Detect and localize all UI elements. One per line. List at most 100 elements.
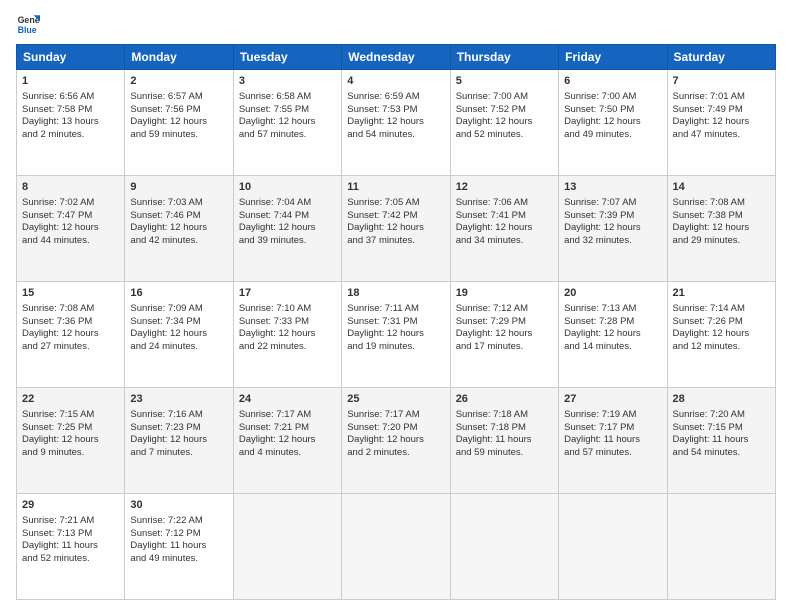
calendar-cell: 5 Sunrise: 7:00 AM Sunset: 7:52 PM Daylig… — [450, 70, 558, 176]
calendar-cell: 20 Sunrise: 7:13 AM Sunset: 7:28 PM Dayli… — [559, 282, 667, 388]
day-number: 21 — [673, 286, 770, 301]
weekday-header: Sunday — [17, 45, 125, 70]
day-number: 30 — [130, 498, 227, 513]
day-number: 27 — [564, 392, 661, 407]
day-info: Sunrise: 7:17 AM Sunset: 7:20 PM Dayligh… — [347, 409, 444, 460]
day-info: Sunrise: 7:19 AM Sunset: 7:17 PM Dayligh… — [564, 409, 661, 460]
day-number: 19 — [456, 286, 553, 301]
calendar-cell: 3Sunrise: 6:58 AM Sunset: 7:55 PM Daylig… — [233, 70, 341, 176]
svg-text:Blue: Blue — [18, 25, 37, 35]
day-info: Sunrise: 7:16 AM Sunset: 7:23 PM Dayligh… — [130, 409, 227, 460]
calendar-cell: 2 Sunrise: 6:57 AM Sunset: 7:56 PM Daylig… — [125, 70, 233, 176]
calendar-cell: 13 Sunrise: 7:07 AM Sunset: 7:39 PM Dayli… — [559, 176, 667, 282]
weekday-header: Monday — [125, 45, 233, 70]
weekday-header: Friday — [559, 45, 667, 70]
day-info: Sunrise: 6:59 AM Sunset: 7:53 PM Dayligh… — [347, 91, 444, 142]
day-number: 16 — [130, 286, 227, 301]
day-info: Sunrise: 7:20 AM Sunset: 7:15 PM Dayligh… — [673, 409, 770, 460]
calendar-cell: 26 Sunrise: 7:18 AM Sunset: 7:18 PM Dayli… — [450, 388, 558, 494]
page-header: General Blue — [16, 12, 776, 36]
calendar-cell: 28 Sunrise: 7:20 AM Sunset: 7:15 PM Dayli… — [667, 388, 775, 494]
day-info: Sunrise: 7:14 AM Sunset: 7:26 PM Dayligh… — [673, 303, 770, 354]
calendar-cell: 4 Sunrise: 6:59 AM Sunset: 7:53 PM Daylig… — [342, 70, 450, 176]
day-number: 14 — [673, 180, 770, 195]
calendar-cell: 21 Sunrise: 7:14 AM Sunset: 7:26 PM Dayli… — [667, 282, 775, 388]
day-info: Sunrise: 7:08 AM Sunset: 7:38 PM Dayligh… — [673, 197, 770, 248]
calendar-cell: 15 Sunrise: 7:08 AM Sunset: 7:36 PM Dayli… — [17, 282, 125, 388]
day-number: 24 — [239, 392, 336, 407]
day-info: Sunrise: 7:11 AM Sunset: 7:31 PM Dayligh… — [347, 303, 444, 354]
calendar-table: SundayMondayTuesdayWednesdayThursdayFrid… — [16, 44, 776, 600]
day-number: 18 — [347, 286, 444, 301]
day-info: Sunrise: 7:15 AM Sunset: 7:25 PM Dayligh… — [22, 409, 119, 460]
calendar-cell: 11 Sunrise: 7:05 AM Sunset: 7:42 PM Dayli… — [342, 176, 450, 282]
calendar-cell — [667, 494, 775, 600]
day-info: Sunrise: 7:00 AM Sunset: 7:50 PM Dayligh… — [564, 91, 661, 142]
day-number: 23 — [130, 392, 227, 407]
day-info: Sunrise: 6:57 AM Sunset: 7:56 PM Dayligh… — [130, 91, 227, 142]
calendar-cell — [233, 494, 341, 600]
day-number: 17 — [239, 286, 336, 301]
calendar-cell: 19 Sunrise: 7:12 AM Sunset: 7:29 PM Dayli… — [450, 282, 558, 388]
calendar-cell: 18 Sunrise: 7:11 AM Sunset: 7:31 PM Dayli… — [342, 282, 450, 388]
day-info: Sunrise: 7:03 AM Sunset: 7:46 PM Dayligh… — [130, 197, 227, 248]
day-number: 10 — [239, 180, 336, 195]
day-number: 7 — [673, 74, 770, 89]
calendar-cell: 1Sunrise: 6:56 AM Sunset: 7:58 PM Daylig… — [17, 70, 125, 176]
calendar-cell: 27 Sunrise: 7:19 AM Sunset: 7:17 PM Dayli… — [559, 388, 667, 494]
day-info: Sunrise: 7:04 AM Sunset: 7:44 PM Dayligh… — [239, 197, 336, 248]
day-number: 11 — [347, 180, 444, 195]
day-number: 6 — [564, 74, 661, 89]
calendar-cell: 30 Sunrise: 7:22 AM Sunset: 7:12 PM Dayli… — [125, 494, 233, 600]
day-info: Sunrise: 7:09 AM Sunset: 7:34 PM Dayligh… — [130, 303, 227, 354]
day-info: Sunrise: 7:00 AM Sunset: 7:52 PM Dayligh… — [456, 91, 553, 142]
day-number: 8 — [22, 180, 119, 195]
calendar-cell: 12 Sunrise: 7:06 AM Sunset: 7:41 PM Dayli… — [450, 176, 558, 282]
day-info: Sunrise: 7:05 AM Sunset: 7:42 PM Dayligh… — [347, 197, 444, 248]
day-info: Sunrise: 7:21 AM Sunset: 7:13 PM Dayligh… — [22, 515, 119, 566]
day-info: Sunrise: 7:18 AM Sunset: 7:18 PM Dayligh… — [456, 409, 553, 460]
day-info: Sunrise: 7:10 AM Sunset: 7:33 PM Dayligh… — [239, 303, 336, 354]
calendar-cell — [450, 494, 558, 600]
day-number: 28 — [673, 392, 770, 407]
day-info: Sunrise: 7:12 AM Sunset: 7:29 PM Dayligh… — [456, 303, 553, 354]
calendar-cell: 10 Sunrise: 7:04 AM Sunset: 7:44 PM Dayli… — [233, 176, 341, 282]
weekday-header: Saturday — [667, 45, 775, 70]
calendar-cell: 7Sunrise: 7:01 AM Sunset: 7:49 PM Daylig… — [667, 70, 775, 176]
day-number: 12 — [456, 180, 553, 195]
day-number: 4 — [347, 74, 444, 89]
logo: General Blue — [16, 12, 42, 36]
day-info: Sunrise: 6:56 AM Sunset: 7:58 PM Dayligh… — [22, 91, 119, 142]
calendar-cell: 23 Sunrise: 7:16 AM Sunset: 7:23 PM Dayli… — [125, 388, 233, 494]
day-number: 9 — [130, 180, 227, 195]
calendar-cell — [559, 494, 667, 600]
calendar-cell: 25 Sunrise: 7:17 AM Sunset: 7:20 PM Dayli… — [342, 388, 450, 494]
day-info: Sunrise: 7:13 AM Sunset: 7:28 PM Dayligh… — [564, 303, 661, 354]
day-info: Sunrise: 7:02 AM Sunset: 7:47 PM Dayligh… — [22, 197, 119, 248]
day-info: Sunrise: 7:17 AM Sunset: 7:21 PM Dayligh… — [239, 409, 336, 460]
day-number: 15 — [22, 286, 119, 301]
day-number: 25 — [347, 392, 444, 407]
day-number: 20 — [564, 286, 661, 301]
calendar-cell: 6 Sunrise: 7:00 AM Sunset: 7:50 PM Daylig… — [559, 70, 667, 176]
calendar-cell: 29 Sunrise: 7:21 AM Sunset: 7:13 PM Dayli… — [17, 494, 125, 600]
day-number: 5 — [456, 74, 553, 89]
day-number: 13 — [564, 180, 661, 195]
weekday-header: Wednesday — [342, 45, 450, 70]
day-number: 29 — [22, 498, 119, 513]
day-number: 26 — [456, 392, 553, 407]
day-info: Sunrise: 7:22 AM Sunset: 7:12 PM Dayligh… — [130, 515, 227, 566]
calendar-cell: 8 Sunrise: 7:02 AM Sunset: 7:47 PM Daylig… — [17, 176, 125, 282]
day-info: Sunrise: 7:08 AM Sunset: 7:36 PM Dayligh… — [22, 303, 119, 354]
calendar-cell — [342, 494, 450, 600]
weekday-header: Tuesday — [233, 45, 341, 70]
calendar-cell: 17 Sunrise: 7:10 AM Sunset: 7:33 PM Dayli… — [233, 282, 341, 388]
day-number: 2 — [130, 74, 227, 89]
logo-icon: General Blue — [16, 12, 40, 36]
calendar-cell: 14 Sunrise: 7:08 AM Sunset: 7:38 PM Dayli… — [667, 176, 775, 282]
day-info: Sunrise: 7:07 AM Sunset: 7:39 PM Dayligh… — [564, 197, 661, 248]
day-info: Sunrise: 6:58 AM Sunset: 7:55 PM Dayligh… — [239, 91, 336, 142]
weekday-header: Thursday — [450, 45, 558, 70]
calendar-cell: 16 Sunrise: 7:09 AM Sunset: 7:34 PM Dayli… — [125, 282, 233, 388]
day-info: Sunrise: 7:06 AM Sunset: 7:41 PM Dayligh… — [456, 197, 553, 248]
